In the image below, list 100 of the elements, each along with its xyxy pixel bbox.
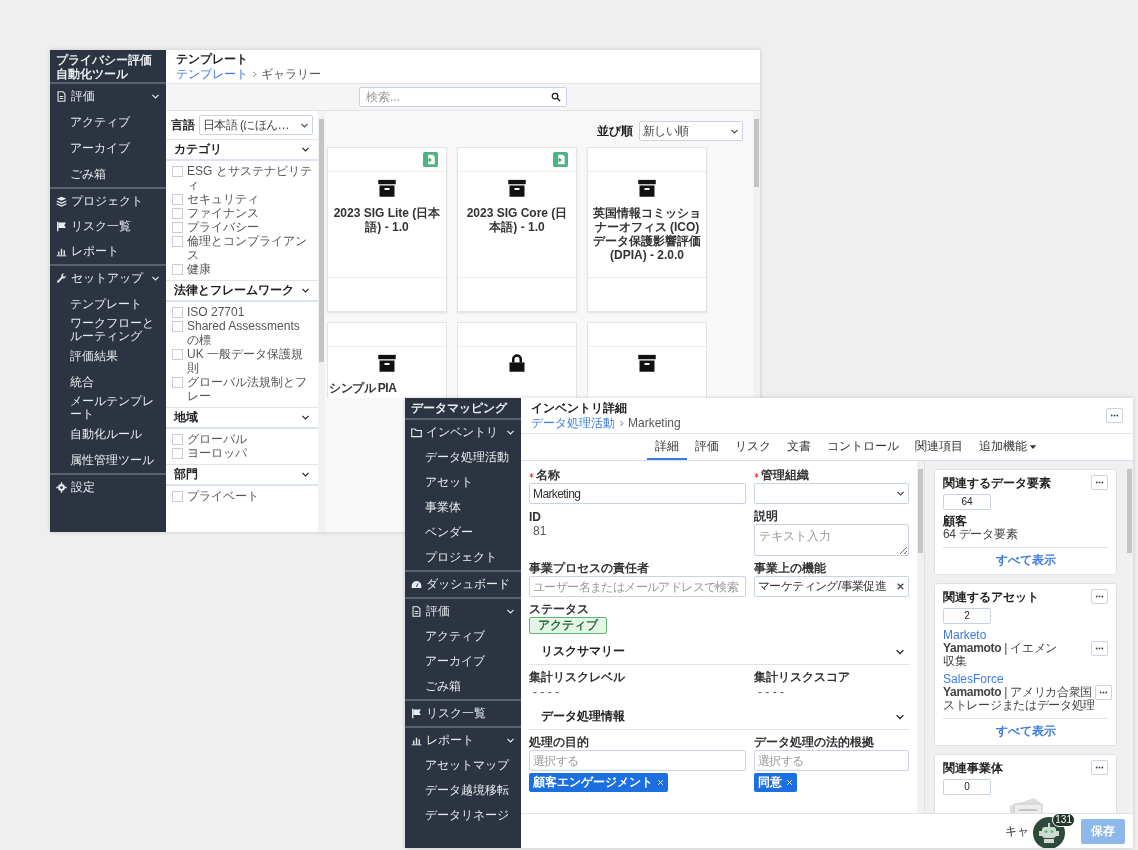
dropdown-field[interactable]: 選択する bbox=[754, 750, 909, 771]
more-button[interactable] bbox=[1091, 589, 1108, 604]
more-button[interactable] bbox=[1091, 640, 1108, 656]
sidebar-item[interactable]: レポート bbox=[405, 728, 521, 753]
tab[interactable]: 詳細 bbox=[647, 435, 687, 460]
checkbox[interactable] bbox=[172, 448, 183, 459]
template-card[interactable]: 英国情報コミッショナーオフィス (ICO) データ保護影響評価 (DPIA) - 2.0.0 bbox=[587, 147, 707, 312]
view-all-link[interactable]: すべて表示 bbox=[995, 723, 1056, 740]
sidebar-item[interactable]: メールテンプレート bbox=[50, 395, 166, 421]
tab[interactable]: 文書 bbox=[779, 435, 819, 460]
sidebar-item[interactable]: 自動化ルール bbox=[50, 421, 166, 447]
checkbox[interactable] bbox=[172, 166, 183, 177]
checkbox[interactable] bbox=[172, 236, 183, 247]
sidebar-item[interactable]: 属性管理ツール bbox=[50, 447, 166, 473]
textarea-field[interactable]: テキスト入力 bbox=[754, 524, 909, 556]
filter-section-header[interactable]: 法律とフレームワーク bbox=[166, 280, 318, 302]
sidebar-item[interactable]: 評価 bbox=[50, 84, 166, 109]
sidebar-item[interactable]: データリネージ bbox=[405, 803, 521, 828]
checkbox-label: ヨーロッパ bbox=[187, 446, 247, 460]
sidebar-item[interactable]: ごみ箱 bbox=[50, 161, 166, 187]
tab[interactable]: 関連項目 bbox=[907, 435, 971, 460]
scrollbar[interactable] bbox=[917, 461, 924, 813]
sidebar-item[interactable]: インベントリ bbox=[405, 420, 521, 445]
sidebar-item[interactable]: 評価 bbox=[405, 599, 521, 624]
text-field[interactable]: ユーザー名またはメールアドレスで検索 bbox=[529, 576, 746, 597]
search-field[interactable]: 検索... bbox=[359, 87, 567, 107]
sidebar-item[interactable]: ダッシュボード bbox=[405, 572, 521, 597]
breadcrumb-link[interactable]: テンプレート bbox=[176, 66, 248, 82]
checkbox[interactable] bbox=[172, 491, 183, 502]
more-button[interactable] bbox=[1095, 684, 1113, 700]
text-field[interactable]: Marketing bbox=[529, 483, 746, 504]
sidebar-item[interactable]: 統合 bbox=[50, 369, 166, 395]
sidebar-item[interactable]: 事業体 bbox=[405, 495, 521, 520]
sidebar-item[interactable]: アセットマップ bbox=[405, 753, 521, 778]
checkbox[interactable] bbox=[172, 264, 183, 275]
sidebar-item[interactable]: 評価結果 bbox=[50, 343, 166, 369]
filter-section-header[interactable]: 地域 bbox=[166, 407, 318, 429]
dropdown-field[interactable] bbox=[754, 483, 909, 504]
tab[interactable]: リスク bbox=[727, 435, 779, 460]
dropdown-field[interactable]: 選択する bbox=[529, 750, 746, 771]
filter-section-title: 地域 bbox=[174, 409, 198, 426]
scrollbar[interactable] bbox=[753, 111, 760, 398]
section-header[interactable]: データ処理情報 bbox=[529, 704, 909, 730]
notification-badge: 131 bbox=[1052, 813, 1075, 827]
sidebar-item[interactable]: データ処理活動 bbox=[405, 445, 521, 470]
language-dropdown[interactable]: 日本語 (にほん… bbox=[199, 115, 313, 135]
item-link[interactable]: SalesForce bbox=[943, 672, 1096, 686]
sidebar-item[interactable]: テンプレート bbox=[50, 291, 166, 317]
view-all-link[interactable]: すべて表示 bbox=[995, 552, 1056, 569]
checkbox[interactable] bbox=[172, 208, 183, 219]
sidebar-item[interactable]: プロジェクト bbox=[405, 545, 521, 570]
document-icon bbox=[411, 606, 422, 617]
sidebar-item[interactable]: アーカイブ bbox=[405, 649, 521, 674]
more-button[interactable] bbox=[1091, 475, 1108, 490]
sidebar-item[interactable]: アセット bbox=[405, 470, 521, 495]
tab[interactable]: コントロール bbox=[819, 435, 907, 460]
sidebar-item[interactable]: データ越境移転 bbox=[405, 778, 521, 803]
checkbox[interactable] bbox=[172, 434, 183, 445]
cancel-button[interactable]: キャ bbox=[1003, 820, 1031, 842]
sidebar-item[interactable]: セットアップ bbox=[50, 266, 166, 291]
item-link[interactable]: Marketo bbox=[943, 628, 1057, 642]
tag-label: 顧客エンゲージメント bbox=[533, 774, 653, 791]
checkbox[interactable] bbox=[172, 194, 183, 205]
settings-icon bbox=[56, 482, 67, 493]
sidebar-item[interactable]: プロジェクト bbox=[50, 189, 166, 214]
sidebar-item[interactable]: ベンダー bbox=[405, 520, 521, 545]
sidebar-item[interactable]: アクティブ bbox=[405, 624, 521, 649]
sort-label: 並び順 bbox=[597, 122, 633, 140]
sidebar-item[interactable]: ワークフローとルーティング bbox=[50, 317, 166, 343]
sidebar-item[interactable]: リスク一覧 bbox=[405, 701, 521, 726]
checkbox[interactable] bbox=[172, 307, 183, 318]
template-card[interactable]: 2023 SIG Core (日本語) - 1.0 bbox=[457, 147, 577, 312]
checkbox[interactable] bbox=[172, 349, 183, 360]
archive-box-icon bbox=[377, 178, 397, 198]
template-card[interactable]: シンプル PIA bbox=[327, 322, 447, 398]
template-card[interactable] bbox=[587, 322, 707, 398]
checkbox[interactable] bbox=[172, 321, 183, 332]
text-field[interactable]: マーケティング/事業促進 bbox=[754, 576, 909, 597]
sidebar-item[interactable]: 設定 bbox=[50, 475, 166, 500]
sidebar-item[interactable]: リスク一覧 bbox=[50, 214, 166, 239]
breadcrumb-link[interactable]: データ処理活動 bbox=[531, 415, 615, 431]
checkbox[interactable] bbox=[172, 377, 183, 388]
sidebar-item[interactable]: ごみ箱 bbox=[405, 674, 521, 699]
sidebar-item[interactable]: アクティブ bbox=[50, 109, 166, 135]
template-card[interactable]: 2023 SIG Lite (日本語) - 1.0 bbox=[327, 147, 447, 312]
sidebar-item[interactable]: アーカイブ bbox=[50, 135, 166, 161]
sort-dropdown[interactable]: 新しい順 bbox=[639, 121, 743, 141]
tab[interactable]: 追加機能 bbox=[971, 435, 1045, 460]
checkbox-label: 健康 bbox=[187, 262, 211, 276]
more-button[interactable] bbox=[1091, 760, 1108, 775]
filter-section-header[interactable]: カテゴリ bbox=[166, 139, 318, 161]
chatbot-button[interactable]: 131 bbox=[1033, 813, 1075, 848]
more-button[interactable] bbox=[1106, 408, 1123, 423]
tab[interactable]: 評価 bbox=[687, 435, 727, 460]
filter-section-header[interactable]: 部門 bbox=[166, 464, 318, 486]
scrollbar[interactable] bbox=[1126, 461, 1133, 813]
scrollbar[interactable] bbox=[318, 111, 325, 532]
sidebar-item[interactable]: レポート bbox=[50, 239, 166, 264]
section-header[interactable]: リスクサマリー bbox=[529, 639, 909, 665]
checkbox[interactable] bbox=[172, 222, 183, 233]
